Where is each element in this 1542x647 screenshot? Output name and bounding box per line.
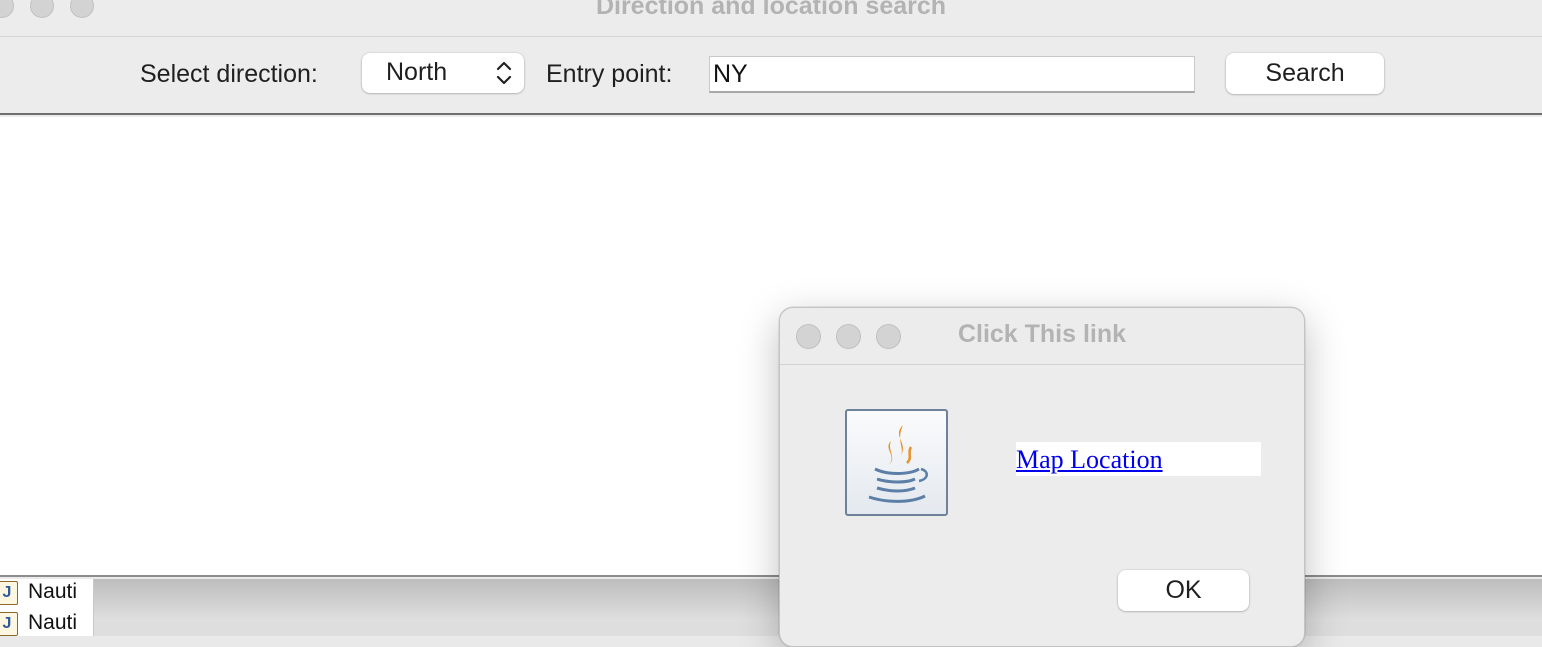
- results-area: [0, 117, 1542, 577]
- entry-point-input[interactable]: [709, 56, 1195, 93]
- dialog-title: Click This link: [957, 320, 1127, 348]
- entry-point-label: Entry point:: [546, 60, 673, 88]
- file-item[interactable]: J Nauti: [0, 610, 94, 638]
- file-list: J Nauti J Nauti: [0, 579, 94, 636]
- link-panel: Map Location: [1016, 442, 1261, 476]
- direction-selected-value: North: [386, 58, 448, 86]
- file-name: Nauti: [28, 611, 78, 634]
- java-file-icon: J: [0, 581, 18, 605]
- direction-select[interactable]: North: [362, 53, 524, 93]
- main-window: Direction and location search Select dir…: [0, 0, 1542, 578]
- map-location-link[interactable]: Map Location: [1016, 445, 1163, 475]
- file-item[interactable]: J Nauti: [0, 579, 94, 607]
- window-title: Direction and location search: [595, 0, 947, 20]
- window-titlebar: Direction and location search: [0, 0, 1542, 37]
- link-dialog: Click This link Map Location OK: [779, 307, 1305, 647]
- java-file-icon: J: [0, 612, 18, 636]
- window-shadow: [0, 579, 1542, 619]
- java-logo-icon: [845, 409, 948, 516]
- direction-label: Select direction:: [140, 60, 318, 88]
- search-toolbar: Select direction: North Entry point: Sea…: [0, 37, 1542, 115]
- dialog-titlebar: Click This link: [780, 308, 1304, 365]
- ok-button[interactable]: OK: [1118, 570, 1249, 611]
- search-button[interactable]: Search: [1226, 53, 1384, 94]
- up-down-chevron-icon: [496, 61, 512, 85]
- file-name: Nauti: [28, 580, 78, 603]
